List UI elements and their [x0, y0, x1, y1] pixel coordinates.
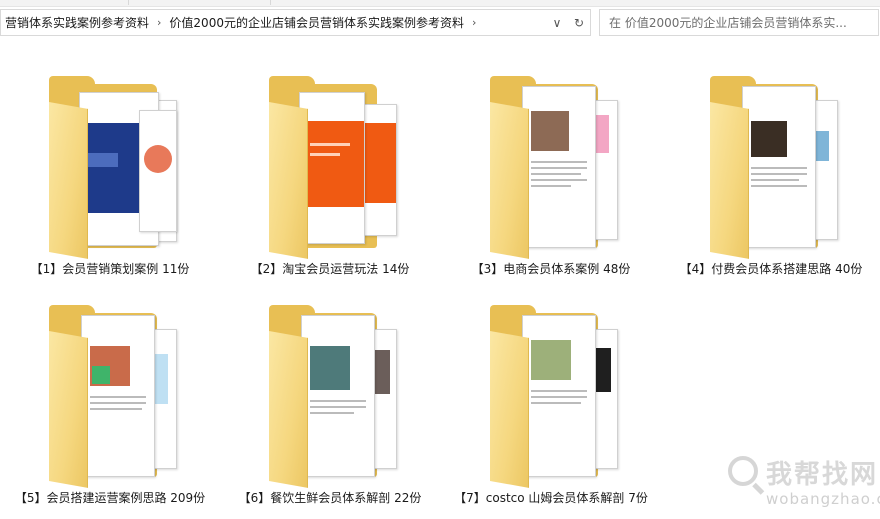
- folder-label: 【2】淘宝会员运营玩法 14份: [250, 262, 410, 276]
- folder-item[interactable]: 【5】会员搭建运营案例思路 209份: [5, 299, 215, 519]
- folder-icon: [700, 70, 840, 259]
- watermark-cn: 我帮找网: [766, 460, 879, 490]
- refresh-icon[interactable]: ↻: [568, 10, 590, 35]
- watermark: 我帮找网 wobangzhao.com: [724, 452, 880, 519]
- magnifier-icon: [728, 456, 758, 486]
- folder-icon: [259, 70, 399, 259]
- folder-label: 【1】会员营销策划案例 11份: [30, 262, 190, 276]
- chevron-down-icon[interactable]: ∨: [546, 10, 568, 35]
- folder-label: 【4】付费会员体系搭建思路 40份: [679, 262, 863, 276]
- breadcrumb-separator-icon[interactable]: ›: [468, 16, 480, 29]
- address-bar[interactable]: 营销体系实践案例参考资料 › 价值2000元的企业店铺会员营销体系实践案例参考资…: [0, 9, 591, 36]
- folder-item[interactable]: 【7】costco 山姆会员体系解剖 7份: [446, 299, 656, 519]
- breadcrumb-parent[interactable]: 营销体系实践案例参考资料: [1, 14, 153, 31]
- folder-label: 【7】costco 山姆会员体系解剖 7份: [454, 491, 648, 505]
- folder-item[interactable]: 【6】餐饮生鲜会员体系解剖 22份: [225, 299, 435, 519]
- search-input[interactable]: 在 价值2000元的企业店铺会员营销体系实...: [599, 9, 879, 36]
- folder-item[interactable]: 【4】付费会员体系搭建思路 40份: [666, 70, 876, 290]
- folder-icon: [39, 299, 179, 488]
- folder-label: 【6】餐饮生鲜会员体系解剖 22份: [238, 491, 422, 505]
- folder-label: 【3】电商会员体系案例 48份: [471, 262, 631, 276]
- breadcrumb-separator-icon[interactable]: ›: [153, 16, 165, 29]
- watermark-url: wobangzhao.com: [766, 490, 880, 508]
- search-placeholder: 在 价值2000元的企业店铺会员营销体系实...: [609, 16, 847, 30]
- breadcrumb-current[interactable]: 价值2000元的企业店铺会员营销体系实践案例参考资料: [165, 14, 468, 31]
- folder-label: 【5】会员搭建运营案例思路 209份: [14, 491, 206, 505]
- folder-item[interactable]: 【2】淘宝会员运营玩法 14份: [225, 70, 435, 290]
- ribbon-tab[interactable]: [0, 0, 129, 5]
- folder-icon: [480, 299, 620, 488]
- ribbon-tab[interactable]: [128, 0, 271, 5]
- folder-item[interactable]: 【1】会员营销策划案例 11份: [5, 70, 215, 290]
- folder-icon: [480, 70, 620, 259]
- folder-icon: [39, 70, 179, 259]
- ribbon-strip: [0, 0, 880, 7]
- folder-icon: [259, 299, 399, 488]
- folder-item[interactable]: 【3】电商会员体系案例 48份: [446, 70, 656, 290]
